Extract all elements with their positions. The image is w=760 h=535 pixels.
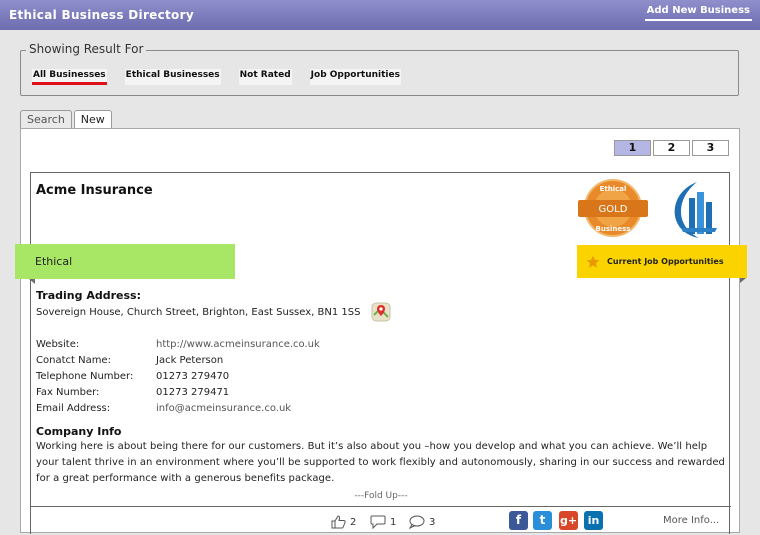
company-info-text: Working here is about being there for ou…	[36, 441, 725, 484]
contact-name-value: Jack Peterson	[156, 354, 224, 366]
filter-ethical-businesses[interactable]: Ethical Businesses	[124, 69, 221, 85]
ethical-ribbon-label: Ethical	[35, 255, 73, 268]
linkedin-share-icon[interactable]: in	[584, 511, 603, 530]
title-bar: Ethical Business Directory Add New Busin…	[0, 0, 760, 30]
detail-row-email: Email Address: info@acmeinsurance.co.uk	[36, 400, 436, 416]
telephone-label: Telephone Number:	[36, 370, 134, 382]
thumbs-up-icon	[331, 515, 346, 529]
app-title: Ethical Business Directory	[9, 8, 194, 22]
page-2-button[interactable]: 2	[653, 140, 690, 156]
badge-middle-text: GOLD	[599, 204, 628, 215]
company-name: Acme Insurance	[36, 183, 153, 198]
star-icon	[586, 255, 600, 269]
likes-stat[interactable]: 2	[331, 515, 356, 529]
job-ribbon-fold	[740, 278, 746, 283]
filter-not-rated[interactable]: Not Rated	[238, 69, 292, 85]
page-1-button[interactable]: 1	[614, 140, 651, 156]
contact-details: Website: http://www.acmeinsurance.co.uk …	[36, 336, 436, 416]
ethical-ribbon: Ethical	[15, 244, 235, 279]
website-link[interactable]: http://www.acmeinsurance.co.uk	[156, 339, 320, 350]
card-footer: 2 1 3 f t g+ in More Info...	[31, 506, 731, 535]
fax-label: Fax Number:	[36, 386, 100, 398]
google-plus-share-icon[interactable]: g+	[559, 511, 578, 530]
badge-top-text: Ethical	[600, 185, 627, 193]
email-link[interactable]: info@acmeinsurance.co.uk	[156, 403, 291, 414]
tab-bar: Search New	[20, 110, 114, 130]
ethical-ribbon-fold	[29, 279, 35, 284]
website-label: Website:	[36, 338, 80, 350]
detail-row-contact: Conatct Name: Jack Peterson	[36, 352, 436, 368]
comment-icon	[370, 515, 386, 529]
page-3-button[interactable]: 3	[692, 140, 729, 156]
contact-name-label: Conatct Name:	[36, 354, 111, 366]
trading-address-section: Trading Address: Sovereign House, Church…	[36, 289, 391, 322]
comments-count: 1	[390, 516, 397, 528]
filter-list: All Businesses Ethical Businesses Not Ra…	[32, 69, 419, 85]
ethical-gold-badge-icon: GOLD Ethical Business	[578, 179, 648, 237]
email-label: Email Address:	[36, 402, 111, 414]
company-info-label: Company Info	[36, 425, 122, 438]
detail-row-fax: Fax Number: 01273 279471	[36, 384, 436, 400]
filter-legend: Showing Result For	[26, 42, 147, 56]
detail-row-telephone: Telephone Number: 01273 279470	[36, 368, 436, 384]
detail-row-website: Website: http://www.acmeinsurance.co.uk	[36, 336, 436, 352]
building-logo-icon	[674, 182, 717, 238]
fold-up-toggle[interactable]: ---Fold Up---	[31, 491, 731, 501]
filter-job-opportunities[interactable]: Job Opportunities	[309, 69, 401, 85]
filter-fieldset: Showing Result For All Businesses Ethica…	[20, 42, 739, 96]
filter-all-businesses[interactable]: All Businesses	[32, 69, 107, 85]
comments-stat[interactable]: 1	[370, 515, 396, 529]
speech-bubble-icon	[408, 515, 425, 529]
fax-value: 01273 279471	[156, 386, 230, 398]
facebook-share-icon[interactable]: f	[509, 511, 528, 530]
tab-search[interactable]: Search	[20, 110, 72, 129]
results-panel: 1 2 3 Acme Insurance GOLD Ethical Busine…	[20, 128, 740, 535]
more-info-link[interactable]: More Info...	[663, 515, 719, 526]
badge-bottom-text: Business	[596, 225, 631, 233]
tab-new[interactable]: New	[73, 110, 112, 130]
telephone-value: 01273 279470	[156, 370, 230, 382]
messages-count: 3	[429, 516, 436, 528]
likes-count: 2	[350, 516, 357, 528]
business-card: Acme Insurance GOLD Ethical Business Tra…	[30, 172, 731, 535]
map-pin-icon[interactable]	[371, 302, 391, 322]
trading-address-label: Trading Address:	[36, 289, 141, 302]
messages-stat[interactable]: 3	[408, 515, 435, 529]
trading-address-value: Sovereign House, Church Street, Brighton…	[36, 306, 361, 318]
add-new-business-button[interactable]: Add New Business	[644, 4, 752, 21]
job-opportunities-label: Current Job Opportunities	[607, 257, 724, 266]
pagination: 1 2 3	[614, 140, 729, 156]
job-opportunities-ribbon[interactable]: Current Job Opportunities	[577, 245, 747, 278]
company-info-section: Company Info Working here is about being…	[36, 425, 726, 487]
twitter-share-icon[interactable]: t	[533, 511, 552, 530]
